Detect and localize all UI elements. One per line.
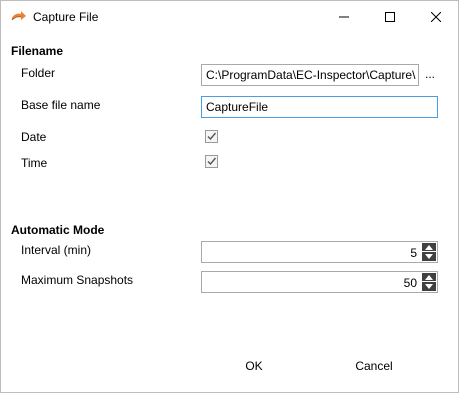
arrow-capture-icon (11, 9, 27, 25)
maximum-snapshots-label: Maximum Snapshots (21, 273, 134, 287)
close-icon (431, 12, 441, 22)
filename-heading: Filename (11, 44, 64, 58)
interval-stepper[interactable]: 5 (201, 241, 438, 263)
interval-value[interactable]: 5 (410, 246, 417, 260)
close-button[interactable] (413, 1, 459, 33)
maximum-snapshots-spin-buttons (422, 273, 436, 291)
maximize-icon (385, 12, 395, 22)
minimize-icon (339, 16, 349, 18)
interval-increment-button[interactable] (422, 243, 436, 252)
time-label: Time (21, 156, 48, 170)
interval-decrement-button[interactable] (422, 252, 436, 261)
cancel-button[interactable]: Cancel (334, 353, 414, 379)
chevron-down-icon (425, 284, 433, 289)
maximum-snapshots-decrement-button[interactable] (422, 282, 436, 291)
maximize-button[interactable] (367, 1, 413, 33)
minimize-button[interactable] (321, 1, 367, 33)
date-checkbox[interactable] (205, 130, 218, 143)
chevron-up-icon (425, 244, 433, 250)
maximum-snapshots-value[interactable]: 50 (404, 276, 417, 290)
window-title: Capture File (33, 10, 99, 24)
automatic-mode-heading: Automatic Mode (11, 223, 105, 237)
chevron-up-icon (425, 274, 433, 280)
folder-input[interactable]: C:\ProgramData\EC-Inspector\Capture\ (201, 64, 419, 86)
interval-spin-buttons (422, 243, 436, 261)
maximum-snapshots-stepper[interactable]: 50 (201, 271, 438, 293)
date-label: Date (21, 130, 47, 144)
checkmark-icon (207, 132, 217, 141)
base-file-name-input[interactable]: CaptureFile (201, 96, 438, 118)
chevron-down-icon (425, 254, 433, 259)
title-bar[interactable]: Capture File (1, 1, 458, 33)
time-checkbox[interactable] (205, 155, 218, 168)
checkmark-icon (207, 157, 217, 166)
base-file-name-label: Base file name (21, 98, 101, 112)
browse-folder-button[interactable]: ... (425, 67, 435, 81)
folder-label: Folder (21, 66, 56, 80)
capture-file-dialog: Capture File Filename Folder C:\ProgramD… (0, 0, 459, 393)
ok-button[interactable]: OK (214, 353, 294, 379)
interval-label: Interval (min) (21, 243, 92, 257)
maximum-snapshots-increment-button[interactable] (422, 273, 436, 282)
